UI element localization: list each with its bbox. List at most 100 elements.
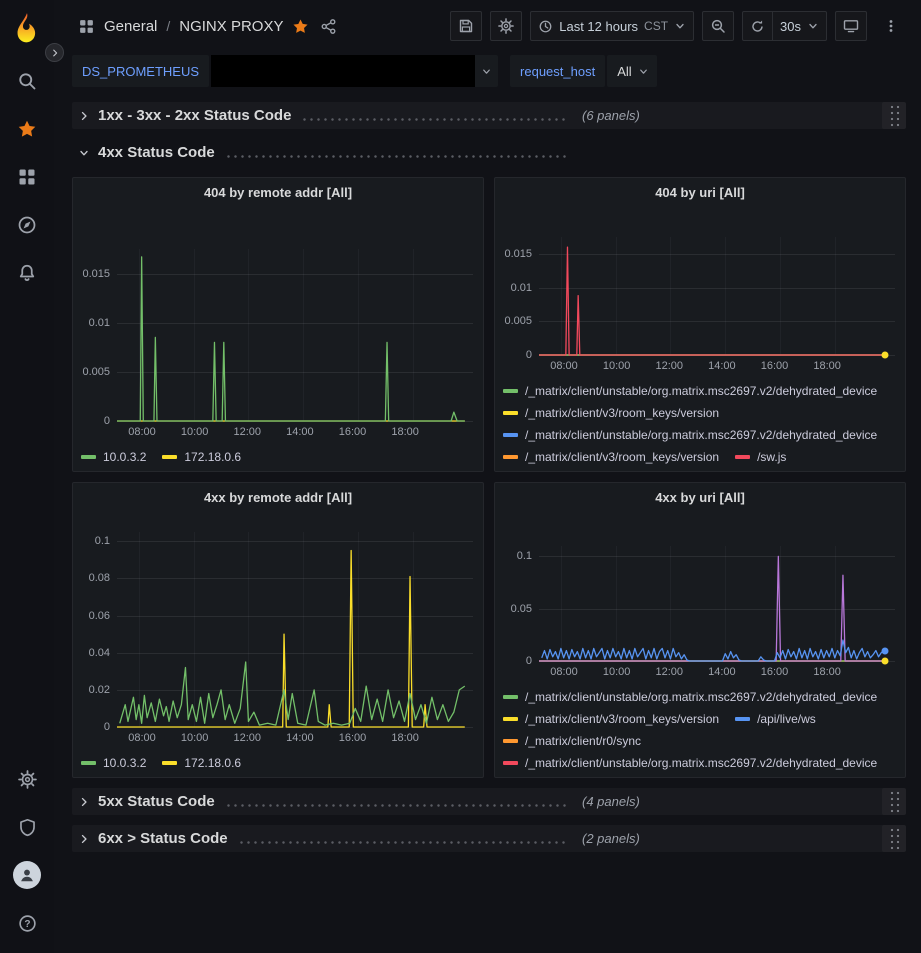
panel-title[interactable]: 4xx by remote addr [All] <box>73 483 483 511</box>
x-axis-label: 14:00 <box>286 732 314 744</box>
top-navbar: General / NGINX PROXY Last 12 hours CST <box>54 0 921 52</box>
cycle-view-mode-button[interactable] <box>835 11 867 41</box>
legend-item[interactable]: /_matrix/client/unstable/org.matrix.msc2… <box>503 756 877 770</box>
y-axis-label: 0.08 <box>89 572 110 584</box>
legend-label: /_matrix/client/unstable/org.matrix.msc2… <box>525 384 877 398</box>
grafana-logo[interactable] <box>8 7 46 47</box>
row-6xx-status-code[interactable]: 6xx > Status Code (2 panels) <box>72 825 906 852</box>
legend-item[interactable]: /api/live/ws <box>735 712 816 726</box>
legend-label: 10.0.3.2 <box>103 450 146 464</box>
legend-item[interactable]: /sw.js <box>735 450 786 464</box>
dashboard-settings-button[interactable] <box>490 11 522 41</box>
legend-item[interactable]: /_matrix/client/v3/room_keys/version <box>503 450 719 464</box>
chevron-down-icon <box>481 66 492 77</box>
apps-grid-icon <box>78 18 95 35</box>
chevron-right-icon <box>50 48 60 58</box>
sidebar-expand-button[interactable] <box>45 43 64 62</box>
time-range-picker[interactable]: Last 12 hours CST <box>530 11 694 41</box>
y-axis-label: 0.1 <box>95 535 110 547</box>
x-axis: 08:0010:0012:0014:0016:0018:00 <box>121 732 463 747</box>
zoom-out-button[interactable] <box>702 11 734 41</box>
x-axis-label: 18:00 <box>391 426 419 438</box>
row-5xx-status-code[interactable]: 5xx Status Code (4 panels) <box>72 788 906 815</box>
y-axis-label: 0.01 <box>89 317 110 329</box>
legend-item[interactable]: /_matrix/client/unstable/org.matrix.msc2… <box>503 690 877 704</box>
series-plot-svg <box>117 532 473 727</box>
chevron-down-icon <box>638 66 649 77</box>
chart-404-by-remote-addr: 00.0050.010.01508:0010:0012:0014:0016:00… <box>73 206 483 471</box>
plot-canvas <box>117 532 473 727</box>
breadcrumb-dashboard-title[interactable]: NGINX PROXY <box>179 18 283 35</box>
drag-dots-icon <box>889 104 900 127</box>
legend-item[interactable]: /_matrix/client/unstable/org.matrix.msc2… <box>503 428 877 442</box>
sidebar-item-help[interactable] <box>8 904 46 942</box>
legend-item[interactable]: 172.18.0.6 <box>162 756 241 770</box>
plot-area: 00.0050.010.015 <box>77 249 473 421</box>
y-axis: 00.0050.010.015 <box>77 249 117 421</box>
sidebar-item-alerting[interactable] <box>8 254 46 292</box>
legend-item[interactable]: /_matrix/client/unstable/org.matrix.msc2… <box>503 384 877 398</box>
refresh-button[interactable] <box>742 11 773 41</box>
plot-area: 00.0050.010.015 <box>499 237 895 355</box>
panel-title[interactable]: 4xx by uri [All] <box>495 483 905 511</box>
row-drag-handle[interactable] <box>882 825 906 852</box>
variable-datasource: DS_PROMETHEUS <box>72 55 498 87</box>
more-options-button[interactable] <box>875 11 907 41</box>
bell-icon <box>17 263 37 283</box>
redacted-value <box>211 55 475 87</box>
x-axis-label: 14:00 <box>708 360 736 372</box>
legend-item[interactable]: /_matrix/client/v3/room_keys/version <box>503 406 719 420</box>
legend-label: /sw.js <box>757 450 786 464</box>
sidebar <box>0 0 54 953</box>
request-host-select[interactable]: All <box>607 55 656 87</box>
refresh-button-group: 30s <box>742 11 827 41</box>
y-axis-label: 0.05 <box>511 603 532 615</box>
x-axis-label: 08:00 <box>128 426 156 438</box>
save-dashboard-button[interactable] <box>450 11 482 41</box>
row-header: 1xx - 3xx - 2xx Status Code <box>78 107 572 124</box>
row-dotted-leader <box>225 155 566 158</box>
sidebar-item-server-admin[interactable] <box>8 808 46 846</box>
monitor-icon <box>843 18 859 34</box>
datasource-select[interactable] <box>211 55 498 87</box>
request-host-value: All <box>617 64 631 79</box>
series-line <box>539 556 884 661</box>
time-range-label: Last 12 hours <box>559 19 638 34</box>
row-1xx-3xx-2xx-status-code[interactable]: 1xx - 3xx - 2xx Status Code (6 panels) <box>72 102 906 129</box>
sidebar-item-configuration[interactable] <box>8 760 46 798</box>
panel-4xx-by-uri: 4xx by uri [All] 00.050.108:0010:0012:00… <box>494 482 906 778</box>
legend-item[interactable]: /_matrix/client/r0/sync <box>503 734 641 748</box>
row-title: 1xx - 3xx - 2xx Status Code <box>98 107 291 124</box>
y-axis-label: 0 <box>526 655 532 667</box>
legend-item[interactable]: 172.18.0.6 <box>162 450 241 464</box>
refresh-icon <box>750 19 765 34</box>
row-drag-handle[interactable] <box>882 102 906 129</box>
sidebar-item-explore[interactable] <box>8 206 46 244</box>
panel-title[interactable]: 404 by remote addr [All] <box>73 178 483 206</box>
plot-canvas <box>117 249 473 421</box>
x-axis-label: 12:00 <box>234 426 262 438</box>
chevron-right-icon <box>78 833 90 845</box>
sidebar-item-search[interactable] <box>8 62 46 100</box>
favorite-star-icon[interactable] <box>292 18 309 35</box>
legend-label: 172.18.0.6 <box>184 450 241 464</box>
row-header: 5xx Status Code <box>78 793 572 810</box>
sidebar-item-profile[interactable] <box>8 856 46 894</box>
x-axis-label: 18:00 <box>813 666 841 678</box>
y-axis-label: 0 <box>526 349 532 361</box>
panel-title[interactable]: 404 by uri [All] <box>495 178 905 206</box>
share-icon[interactable] <box>320 18 337 35</box>
sidebar-item-dashboards[interactable] <box>8 158 46 196</box>
y-axis-label: 0.02 <box>89 684 110 696</box>
sidebar-item-starred[interactable] <box>8 110 46 148</box>
row-4xx-status-code[interactable]: 4xx Status Code <box>72 139 906 166</box>
breadcrumb-folder[interactable]: General <box>104 18 157 35</box>
plot-canvas <box>539 237 895 355</box>
row-drag-handle[interactable] <box>882 788 906 815</box>
legend-item[interactable]: 10.0.3.2 <box>81 756 146 770</box>
legend-swatch <box>503 389 518 393</box>
legend-item[interactable]: /_matrix/client/v3/room_keys/version <box>503 712 719 726</box>
legend-item[interactable]: 10.0.3.2 <box>81 450 146 464</box>
row-dotted-leader <box>301 118 566 121</box>
refresh-interval-picker[interactable]: 30s <box>773 11 827 41</box>
